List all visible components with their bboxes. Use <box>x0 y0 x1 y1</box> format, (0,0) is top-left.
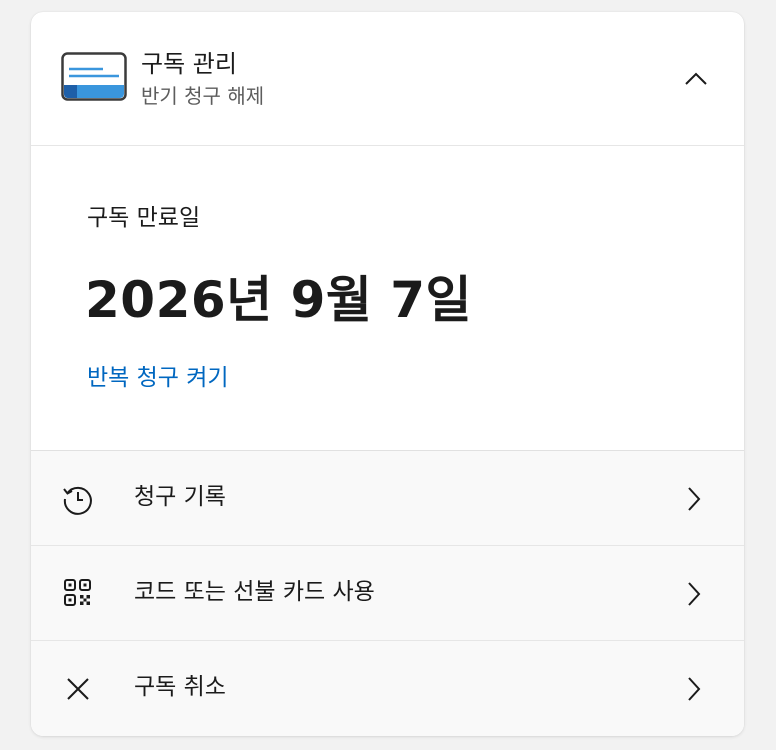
header-subtitle: 반기 청구 해제 <box>141 84 265 108</box>
chevron-right-icon <box>684 580 704 608</box>
billing-history-label: 청구 기록 <box>134 484 226 510</box>
collapse-button[interactable] <box>676 62 716 98</box>
redeem-code-item[interactable]: 코드 또는 선불 카드 사용 <box>31 546 744 641</box>
chevron-up-icon <box>685 72 707 85</box>
subscription-card-icon <box>61 52 127 102</box>
cancel-subscription-item[interactable]: 구독 취소 <box>31 641 744 736</box>
turn-on-recurring-billing-link[interactable]: 반복 청구 켜기 <box>87 362 229 394</box>
history-icon <box>61 482 95 516</box>
expiry-label: 구독 만료일 <box>87 205 201 231</box>
subscription-card: 구독 관리 반기 청구 해제 구독 만료일 2026년 9월 7일 반복 청구 … <box>31 12 744 736</box>
chevron-right-icon <box>684 485 704 513</box>
subscription-header[interactable]: 구독 관리 반기 청구 해제 <box>31 12 744 146</box>
close-icon <box>61 672 95 706</box>
header-title: 구독 관리 <box>141 50 237 78</box>
chevron-right-icon <box>684 675 704 703</box>
subscription-details: 구독 만료일 2026년 9월 7일 반복 청구 켜기 <box>31 146 744 450</box>
subscription-options-list: 청구 기록 코드 또는 선불 카드 사용 구독 취소 <box>31 450 744 736</box>
billing-history-item[interactable]: 청구 기록 <box>31 451 744 546</box>
cancel-subscription-label: 구독 취소 <box>134 674 226 700</box>
qr-code-icon <box>61 577 95 611</box>
expiry-date: 2026년 9월 7일 <box>85 271 473 329</box>
redeem-code-label: 코드 또는 선불 카드 사용 <box>134 579 375 605</box>
